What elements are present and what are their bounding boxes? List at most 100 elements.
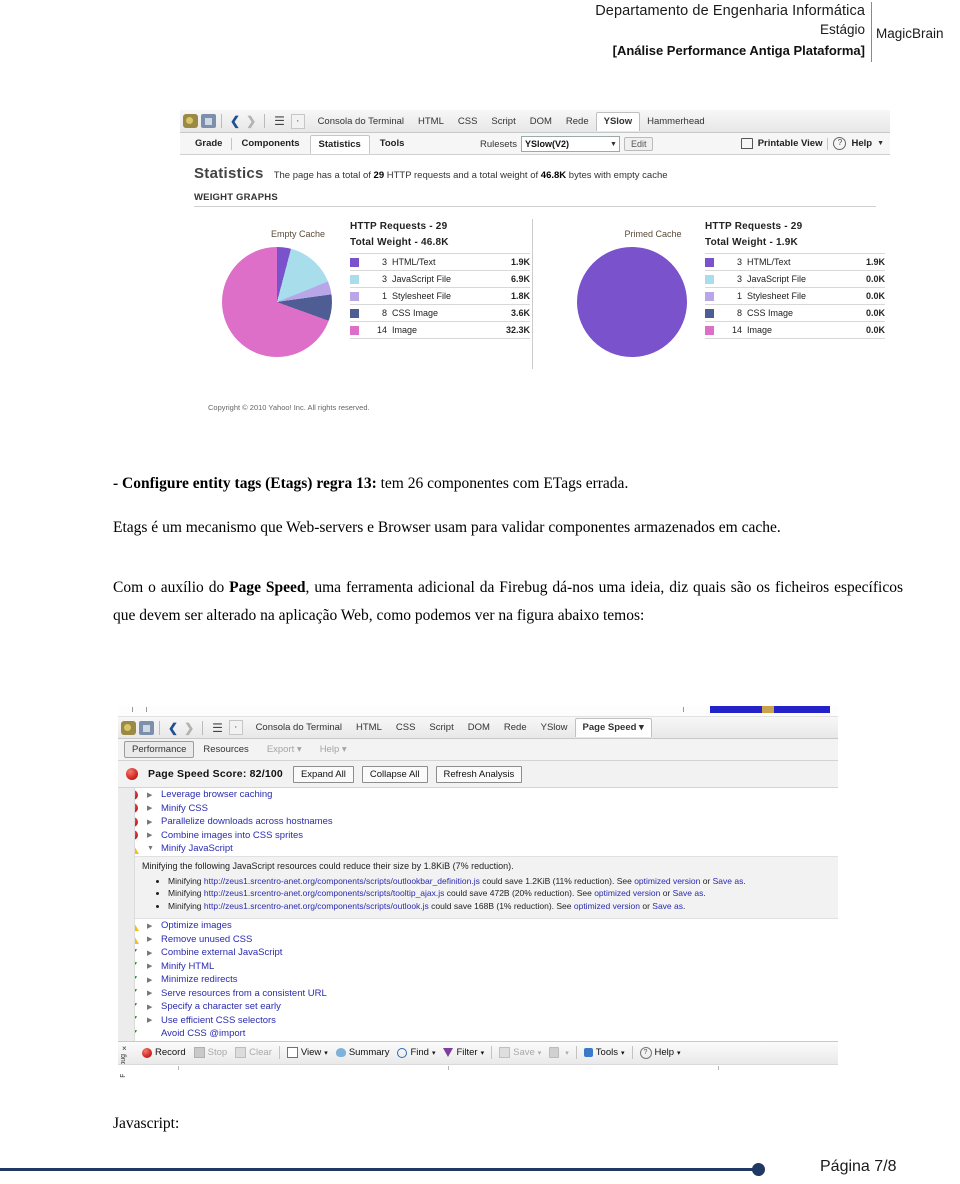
panel-tab-yslow[interactable]: YSlow (595, 111, 641, 131)
refresh-analysis-button[interactable]: Refresh Analysis (435, 765, 523, 783)
save-as-link[interactable]: Save as (673, 888, 704, 898)
rule-label[interactable]: Combine external JavaScript (161, 947, 282, 958)
save-as-link[interactable]: Save as (652, 901, 683, 911)
status-find-button[interactable]: Find ▾ (393, 1047, 439, 1058)
back-arrow-icon[interactable]: ❮ (227, 114, 243, 128)
printable-view-button[interactable]: Printable View (758, 138, 823, 149)
panel-tab-html[interactable]: HTML (411, 113, 451, 130)
panel-tab-html[interactable]: HTML (349, 719, 389, 736)
status-save-button[interactable]: Save ▾ (495, 1047, 545, 1058)
rule-row[interactable]: ✔▶Use efficient CSS selectors (118, 1014, 838, 1028)
rule-label[interactable]: Remove unused CSS (161, 934, 252, 945)
firebug-icon[interactable] (121, 720, 136, 735)
panel-tab-dom[interactable]: DOM (461, 719, 497, 736)
panel-tab-dom[interactable]: DOM (523, 113, 559, 130)
rule-row[interactable]: ✔▶Minify HTML (118, 960, 838, 974)
expander-icon[interactable]: ▶ (141, 818, 161, 826)
expander-icon[interactable]: ▶ (141, 989, 161, 997)
status-summary-button[interactable]: Summary (332, 1047, 394, 1058)
edit-button[interactable]: Edit (623, 137, 654, 151)
resource-url-link[interactable]: http://zeus1.srcentro-anet.org/component… (204, 901, 429, 911)
panel-tab-script[interactable]: Script (422, 719, 460, 736)
expander-icon[interactable]: ▶ (141, 1016, 161, 1024)
rule-row[interactable]: ✔Avoid CSS @import (118, 1027, 838, 1041)
pagespeed-subtab-performance[interactable]: Performance (124, 741, 195, 758)
expander-icon[interactable]: ▶ (141, 976, 161, 984)
pagespeed-subtab-export[interactable]: Export ▾ (258, 744, 311, 755)
rule-label[interactable]: Leverage browser caching (161, 789, 272, 800)
subtab-tools[interactable]: Tools (371, 138, 414, 149)
rule-row[interactable]: ▶ Leverage browser caching (118, 788, 838, 802)
status-tools-button[interactable]: Tools ▾ (580, 1047, 629, 1058)
expander-icon[interactable]: ▶ (141, 922, 161, 930)
optimized-version-link[interactable]: optimized version (574, 901, 640, 911)
forward-arrow-icon[interactable]: ❯ (181, 721, 197, 735)
rule-row[interactable]: ✔▶Minimize redirects (118, 973, 838, 987)
pagespeed-subtab-help[interactable]: Help ▾ (311, 744, 356, 755)
status-lock-button[interactable]: ▾ (545, 1047, 573, 1058)
rule-label[interactable]: Avoid CSS @import (161, 1028, 245, 1039)
panel-tab-hammerhead[interactable]: Hammerhead (640, 113, 712, 130)
options-icon[interactable]: · (290, 113, 305, 129)
panel-tab-yslow[interactable]: YSlow (534, 719, 575, 736)
rule-label[interactable]: Minify CSS (161, 803, 208, 814)
expander-icon[interactable]: ▼ (141, 845, 161, 852)
rule-row[interactable]: ▶ Parallelize downloads across hostnames (118, 815, 838, 829)
rule-label[interactable]: Minimize redirects (161, 974, 238, 985)
rule-row[interactable]: ▶ Remove unused CSS (118, 933, 838, 947)
resource-url-link[interactable]: http://zeus1.srcentro-anet.org/component… (204, 888, 444, 898)
inspector-icon[interactable] (201, 114, 216, 128)
help-button[interactable]: Help (851, 138, 872, 149)
rule-label[interactable]: Parallelize downloads across hostnames (161, 816, 333, 827)
rule-label[interactable]: Combine images into CSS sprites (161, 830, 303, 841)
options-icon[interactable]: · (228, 720, 243, 735)
resource-url-link[interactable]: http://zeus1.srcentro-anet.org/component… (204, 876, 480, 886)
firebug-vertical-tab[interactable]: × Firebug (118, 1042, 134, 1082)
rule-label[interactable]: Minify HTML (161, 961, 214, 972)
rule-row[interactable]: ▶ Minify CSS (118, 802, 838, 816)
status-filter-button[interactable]: Filter ▾ (439, 1047, 488, 1058)
rule-row[interactable]: ▶ Combine images into CSS sprites (118, 829, 838, 843)
rule-label[interactable]: Minify JavaScript (161, 843, 233, 854)
expander-icon[interactable]: ▶ (141, 949, 161, 957)
rule-row[interactable]: ✔▶Combine external JavaScript (118, 946, 838, 960)
expand-all-button[interactable]: Expand All (292, 765, 354, 783)
rule-row[interactable]: ▼ Minify JavaScript (118, 842, 838, 856)
rule-label[interactable]: Serve resources from a consistent URL (161, 988, 327, 999)
panel-tab-rede[interactable]: Rede (497, 719, 534, 736)
panel-tab-page-speed[interactable]: Page Speed ▾ (574, 718, 652, 737)
subtab-statistics[interactable]: Statistics (309, 134, 370, 154)
close-icon[interactable]: × (122, 1044, 127, 1053)
rule-label[interactable]: Use efficient CSS selectors (161, 1015, 276, 1026)
expander-icon[interactable]: ▶ (141, 804, 161, 812)
expander-icon[interactable]: ▶ (141, 962, 161, 970)
menu-icon[interactable]: ☰ (270, 115, 289, 127)
status-clear-button[interactable]: Clear (231, 1047, 276, 1058)
rule-row[interactable]: ✔▶Serve resources from a consistent URL (118, 987, 838, 1001)
collapse-all-button[interactable]: Collapse All (361, 765, 428, 783)
rulesets-select[interactable]: YSlow(V2) ▼ (520, 136, 620, 152)
rule-row[interactable]: ✔▶Specify a character set early (118, 1000, 838, 1014)
panel-tab-css[interactable]: CSS (451, 113, 485, 130)
status-record-button[interactable]: Record (138, 1047, 190, 1058)
forward-arrow-icon[interactable]: ❯ (243, 114, 259, 128)
subtab-components[interactable]: Components (232, 138, 308, 149)
optimized-version-link[interactable]: optimized version (634, 876, 700, 886)
optimized-version-link[interactable]: optimized version (594, 888, 660, 898)
panel-tab-script[interactable]: Script (484, 113, 522, 130)
rule-label[interactable]: Specify a character set early (161, 1001, 281, 1012)
rule-label[interactable]: Optimize images (161, 920, 232, 931)
back-arrow-icon[interactable]: ❮ (165, 721, 181, 735)
status-stop-button[interactable]: Stop (190, 1047, 232, 1058)
status-view-button[interactable]: View ▾ (283, 1047, 332, 1058)
subtab-grade[interactable]: Grade (186, 138, 231, 149)
firebug-icon[interactable] (183, 114, 198, 128)
panel-tab-consola-do-terminal[interactable]: Consola do Terminal (249, 719, 349, 736)
pagespeed-subtab-resources[interactable]: Resources (194, 744, 257, 755)
panel-tab-css[interactable]: CSS (389, 719, 423, 736)
status-help-button[interactable]: ? Help ▾ (636, 1046, 685, 1059)
expander-icon[interactable]: ▶ (141, 1003, 161, 1011)
expander-icon[interactable]: ▶ (141, 791, 161, 799)
rule-row[interactable]: ▶ Optimize images (118, 919, 838, 933)
menu-icon[interactable]: ☰ (208, 722, 227, 734)
